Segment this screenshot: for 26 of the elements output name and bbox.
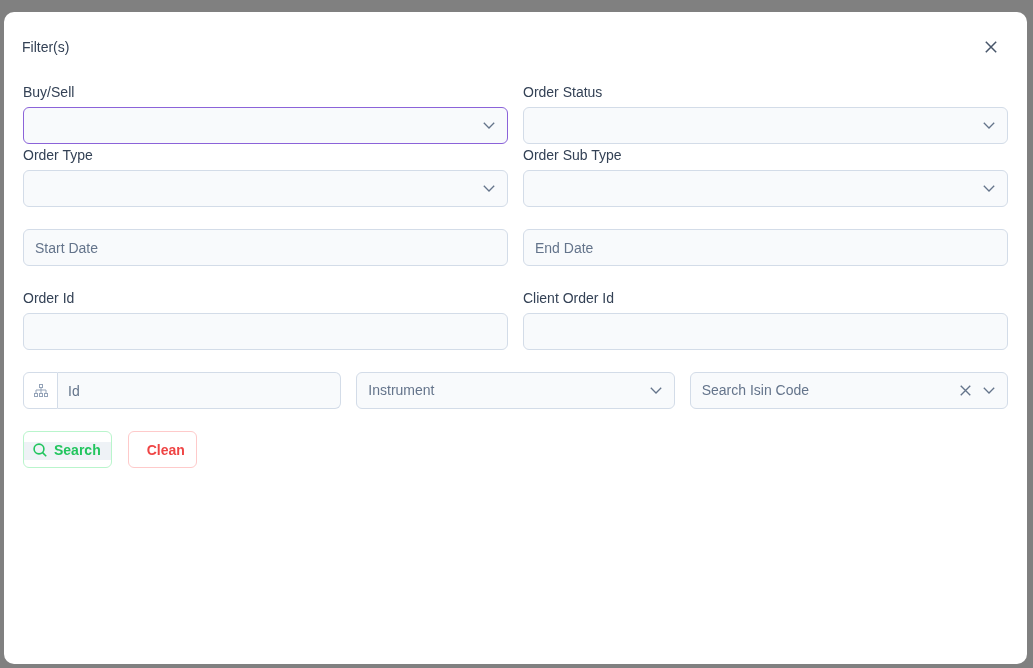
chevron-down-icon [483,122,495,129]
search-icon [33,442,47,457]
dropdown-field[interactable] [23,107,508,144]
chevron-down-icon [649,387,662,394]
field-label: Buy/Sell [23,84,75,101]
clear-button[interactable]: Clean [127,431,197,468]
field-label: Order Id [23,290,75,307]
date-field[interactable]: End Date [523,229,1008,266]
dropdown-field[interactable]: Instrument [356,372,675,409]
id-field[interactable]: Id [58,372,342,409]
text-field[interactable] [23,313,508,350]
chevron-down-icon [483,185,495,192]
cross-icon [960,385,971,396]
hierarchy-icon [23,372,58,409]
field-label: Order Type [23,147,93,164]
chevron-down-icon [983,122,995,129]
dropdown-field[interactable]: Search Isin Code [689,372,1008,409]
chevron-down-icon [983,185,995,192]
text-field[interactable] [523,313,1008,350]
close-icon [985,41,997,53]
field-label: Client Order Id [523,290,615,307]
field-label: Order Status [523,84,603,101]
chevron-down-icon [983,387,995,394]
date-field[interactable]: Start Date [23,229,508,266]
dialog-title: Filter(s) [22,38,70,56]
field-label: Order Sub Type [523,147,622,164]
